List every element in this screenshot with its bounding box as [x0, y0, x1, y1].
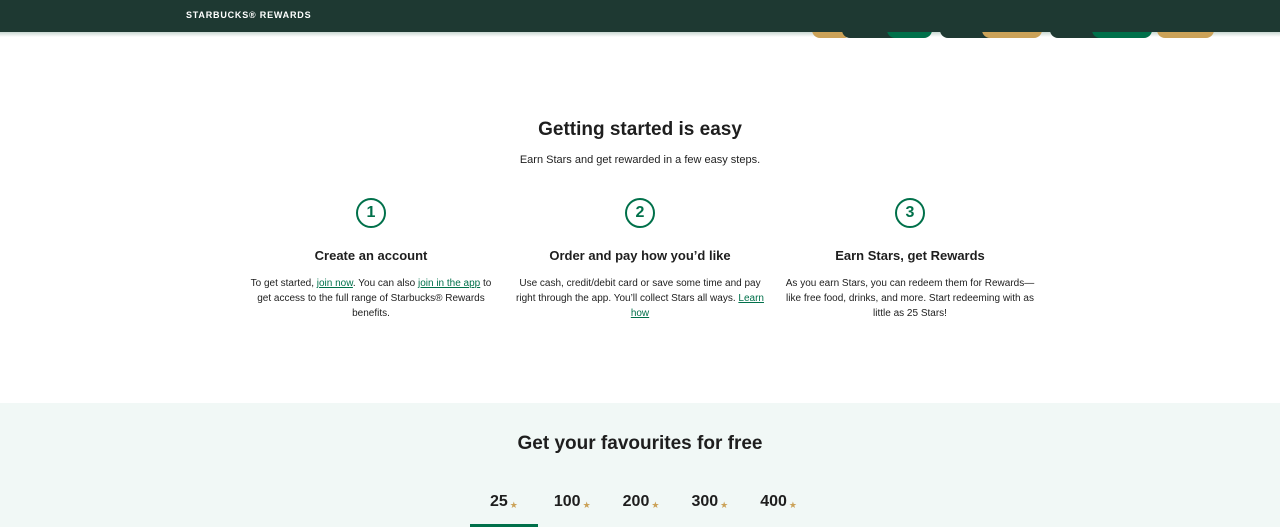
step-earn-stars: 3 Earn Stars, get Rewards As you earn St… [785, 198, 1035, 321]
getting-started-subtitle: Earn Stars and get rewarded in a few eas… [519, 154, 761, 166]
star-icon: ★ [509, 500, 518, 510]
step-order-and-pay: 2 Order and pay how you’d like Use cash,… [515, 198, 765, 321]
star-icon: ★ [582, 500, 591, 510]
favourites-title: Get your favourites for free [517, 433, 763, 454]
step-title: Create an account [314, 248, 428, 263]
favourites-section: Get your favourites for free 25 ★ 100 ★ 20… [0, 403, 1280, 527]
star-icon: ★ [788, 500, 797, 510]
tab-400-stars[interactable]: 400 ★ [744, 491, 813, 527]
top-navigation-bar: STARBUCKS® REWARDS [0, 0, 1280, 32]
step-number-badge: 3 [895, 198, 925, 228]
getting-started-title: Getting started is easy [538, 119, 742, 140]
join-in-app-link[interactable]: join in the app [418, 278, 480, 289]
step-description: To get started, join now. You can also j… [250, 278, 492, 319]
step-number-badge: 2 [625, 198, 655, 228]
tab-25-stars[interactable]: 25 ★ [470, 491, 538, 527]
step-title: Earn Stars, get Rewards [835, 248, 985, 263]
tab-100-stars[interactable]: 100 ★ [538, 491, 607, 527]
join-now-link[interactable]: join now [317, 278, 353, 289]
step-description: As you earn Stars, you can redeem them f… [785, 278, 1035, 319]
rewards-brand-link[interactable]: STARBUCKS® REWARDS [186, 10, 311, 20]
step-create-account: 1 Create an account To get started, join… [246, 198, 496, 321]
star-level-tabs: 25 ★ 100 ★ 200 ★ 300 ★ 400 ★ [470, 491, 813, 527]
step-title: Order and pay how you’d like [549, 248, 731, 263]
tab-300-stars[interactable]: 300 ★ [675, 491, 744, 527]
getting-started-section: Getting started is easy Earn Stars and g… [0, 37, 1280, 403]
step-number-badge: 1 [356, 198, 386, 228]
star-icon: ★ [651, 500, 660, 510]
step-description: Use cash, credit/debit card or save some… [516, 278, 764, 319]
tab-200-stars[interactable]: 200 ★ [607, 491, 676, 527]
star-icon: ★ [720, 500, 729, 510]
